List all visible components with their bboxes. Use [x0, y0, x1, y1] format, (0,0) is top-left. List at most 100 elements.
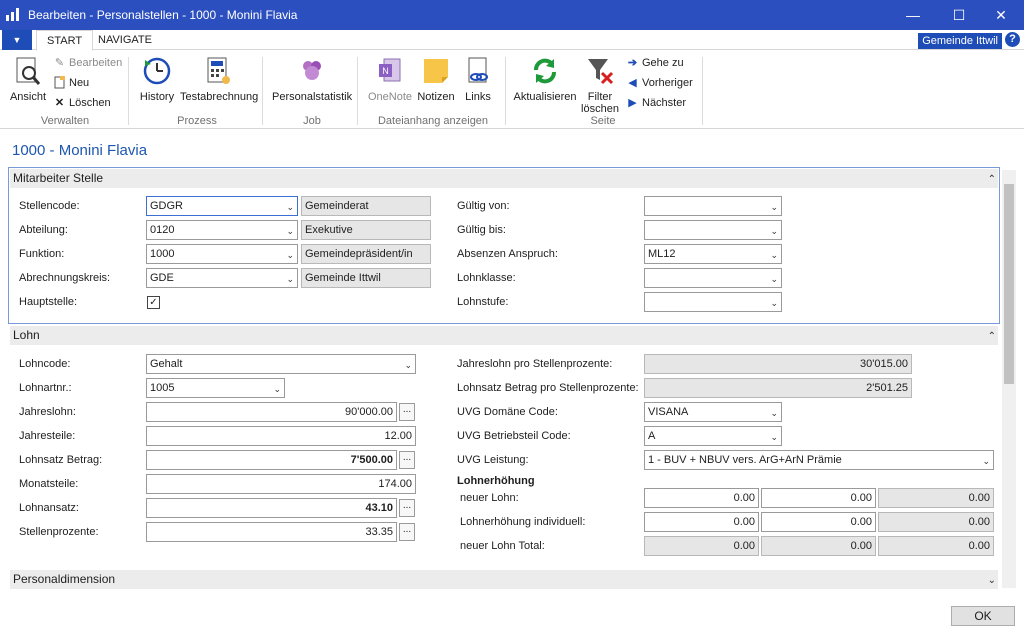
ribbon-separator — [505, 57, 506, 125]
vertical-scrollbar[interactable] — [1002, 170, 1016, 588]
chevron-down-icon[interactable]: ⌄ — [770, 428, 778, 445]
uvg-domaene-field[interactable]: VISANA ⌄ — [644, 402, 782, 422]
ansicht-button[interactable]: Ansicht — [8, 55, 48, 103]
stellencode-field[interactable]: GDGR ⌄ — [146, 196, 298, 216]
lohnstufe-label: Lohnstufe: — [457, 296, 509, 308]
jahreslohn-field[interactable]: 90'000.00 — [146, 402, 397, 422]
chevron-down-icon[interactable]: ⌄ — [770, 198, 778, 215]
company-badge[interactable]: Gemeinde Ittwil — [918, 33, 1002, 49]
delete-x-icon: ✕ — [54, 97, 65, 109]
personaldimension-section-header[interactable]: Personaldimension ⌄ — [10, 570, 998, 589]
jahreslohn-assist-button[interactable]: ... — [399, 403, 415, 421]
lohnansatz-field[interactable]: 43.10 — [146, 498, 397, 518]
abrechnungskreis-field[interactable]: GDE ⌄ — [146, 268, 298, 288]
chevron-down-icon[interactable]: ⌄ — [286, 222, 294, 239]
lohn-section-header[interactable]: Lohn ⌃ — [10, 326, 998, 345]
bearbeiten-button[interactable]: ✎ Bearbeiten — [53, 56, 122, 70]
vorheriger-button[interactable]: ◀ Vorheriger — [626, 76, 693, 90]
ribbon-separator — [702, 57, 703, 125]
neuer-lohn-field-2[interactable]: 0.00 — [761, 488, 876, 508]
lohnklasse-label: Lohnklasse: — [457, 272, 516, 284]
individuell-field-3: 0.00 — [878, 512, 994, 532]
lohncode-field[interactable]: Gehalt ⌄ — [146, 354, 416, 374]
lohnartnr-label: Lohnartnr.: — [19, 382, 72, 394]
history-button[interactable]: History — [137, 55, 177, 103]
app-icon — [6, 8, 19, 21]
tab-start[interactable]: START — [36, 30, 94, 51]
lohnsatz-pro-field: 2'501.25 — [644, 378, 912, 398]
scrollbar-thumb[interactable] — [1004, 184, 1014, 384]
gehe-zu-button[interactable]: ➔ Gehe zu — [626, 56, 684, 70]
links-button[interactable]: Links — [461, 55, 495, 103]
previous-triangle-icon: ◀ — [628, 77, 637, 89]
group-label-prozess: Prozess — [177, 115, 217, 127]
lohncode-label: Lohncode: — [19, 358, 71, 370]
chevron-down-icon[interactable]: ⌄ — [286, 270, 294, 287]
filter-loeschen-button[interactable]: Filter löschen — [580, 55, 620, 115]
hauptstelle-checkbox[interactable]: ✓ — [147, 296, 160, 309]
lohnsatz-betrag-assist-button[interactable]: ... — [399, 451, 415, 469]
chevron-down-icon[interactable]: ⌄ — [770, 222, 778, 239]
mitarbeiter-section-header[interactable]: Mitarbeiter Stelle ⌃ — [10, 169, 998, 188]
ok-button[interactable]: OK — [951, 606, 1015, 626]
ribbon-separator — [262, 57, 263, 125]
naechster-button[interactable]: ▶ Nächster — [626, 96, 686, 110]
monatsteile-field[interactable]: 174.00 — [146, 474, 416, 494]
uvg-betrieb-field[interactable]: A ⌄ — [644, 426, 782, 446]
chevron-down-icon[interactable]: ⌄ — [286, 246, 294, 263]
calculator-icon — [202, 55, 234, 87]
abrechnungskreis-label: Abrechnungskreis: — [19, 272, 111, 284]
jahresteile-field[interactable]: 12.00 — [146, 426, 416, 446]
group-label-seite: Seite — [590, 115, 616, 127]
chevron-down-icon[interactable]: ⌄ — [770, 270, 778, 287]
lohnstufe-field[interactable]: ⌄ — [644, 292, 782, 312]
gueltig-von-field[interactable]: ⌄ — [644, 196, 782, 216]
lohnansatz-assist-button[interactable]: ... — [399, 499, 415, 517]
lohnklasse-field[interactable]: ⌄ — [644, 268, 782, 288]
next-triangle-icon: ▶ — [628, 97, 637, 109]
expand-chevron-icon[interactable]: ⌄ — [988, 571, 996, 590]
stellenprozente-field[interactable]: 33.35 — [146, 522, 397, 542]
help-icon[interactable]: ? — [1005, 32, 1020, 47]
absenzen-field[interactable]: ML12 ⌄ — [644, 244, 782, 264]
ribbon-separator — [128, 57, 129, 125]
neuer-lohn-field-1[interactable]: 0.00 — [644, 488, 759, 508]
lohnsatz-betrag-field[interactable]: 7'500.00 — [146, 450, 397, 470]
individuell-field-2[interactable]: 0.00 — [761, 512, 876, 532]
sticky-note-icon — [420, 55, 452, 87]
onenote-button[interactable]: N OneNote — [366, 55, 414, 103]
minimize-button[interactable]: — — [890, 0, 936, 30]
uvg-leistung-field[interactable]: 1 - BUV + NBUV vers. ArG+ArN Prämie ⌄ — [644, 450, 994, 470]
chevron-down-icon[interactable]: ⌄ — [286, 198, 294, 215]
gueltig-bis-field[interactable]: ⌄ — [644, 220, 782, 240]
neu-button[interactable]: Neu — [53, 76, 89, 89]
chevron-down-icon[interactable]: ⌄ — [404, 356, 412, 373]
arrow-right-icon: ➔ — [627, 57, 638, 69]
notizen-button[interactable]: Notizen — [416, 55, 456, 103]
funktion-field[interactable]: 1000 ⌄ — [146, 244, 298, 264]
chevron-down-icon[interactable]: ⌄ — [770, 246, 778, 263]
collapse-chevron-icon[interactable]: ⌃ — [988, 327, 996, 346]
tab-navigate[interactable]: NAVIGATE — [88, 30, 162, 51]
chevron-down-icon[interactable]: ⌄ — [770, 404, 778, 421]
abteilung-field[interactable]: 0120 ⌄ — [146, 220, 298, 240]
loeschen-button[interactable]: ✕ Löschen — [53, 96, 111, 110]
individuell-field-1[interactable]: 0.00 — [644, 512, 759, 532]
testabrechnung-button[interactable]: Testabrechnung — [180, 55, 258, 103]
file-menu-button[interactable]: ▼ — [2, 30, 32, 50]
personalstatistik-button[interactable]: Personalstatistik — [272, 55, 352, 103]
abteilung-label: Abteilung: — [19, 224, 68, 236]
collapse-chevron-icon[interactable]: ⌃ — [988, 170, 996, 189]
stellenprozente-assist-button[interactable]: ... — [399, 523, 415, 541]
title-bar: Bearbeiten - Personalstellen - 1000 - Mo… — [0, 0, 1024, 30]
close-button[interactable]: ✕ — [978, 0, 1024, 30]
page-title: 1000 - Monini Flavia — [12, 142, 148, 159]
lohnartnr-field[interactable]: 1005 ⌄ — [146, 378, 285, 398]
group-label-verwalten: Verwalten — [40, 115, 90, 127]
aktualisieren-button[interactable]: Aktualisieren — [512, 55, 578, 103]
maximize-button[interactable]: ☐ — [936, 0, 982, 30]
chevron-down-icon[interactable]: ⌄ — [982, 452, 990, 469]
chevron-down-icon[interactable]: ⌄ — [770, 294, 778, 311]
chevron-down-icon[interactable]: ⌄ — [273, 380, 281, 397]
lohnsatz-betrag-label: Lohnsatz Betrag: — [19, 454, 103, 466]
